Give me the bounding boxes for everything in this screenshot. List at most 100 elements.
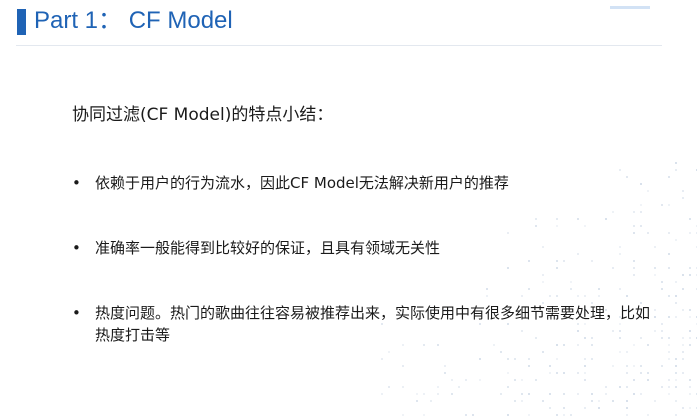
decor-dot xyxy=(626,414,628,416)
decor-dot xyxy=(654,274,656,276)
decor-dot xyxy=(633,225,635,227)
bullet-text: 准确率一般能得到比较好的保证，且具有领域无关性 xyxy=(95,239,441,257)
slide: Part 1： CF Model 协同过滤(CF Model)的特点小结： • … xyxy=(0,0,697,418)
title-divider xyxy=(16,45,662,46)
decor-dot xyxy=(682,288,684,290)
decor-dot xyxy=(626,386,628,388)
decor-dot xyxy=(563,260,565,262)
decor-dot xyxy=(626,400,628,402)
decor-dot xyxy=(514,400,516,402)
decor-dot xyxy=(689,316,691,318)
decor-dot xyxy=(388,386,390,388)
decor-dot xyxy=(633,260,635,262)
decor-dot xyxy=(451,393,453,395)
background-dot-pattern xyxy=(381,162,697,416)
decor-dot xyxy=(682,351,684,353)
decor-dot xyxy=(675,162,677,164)
decor-dot xyxy=(542,274,544,276)
decor-dot xyxy=(605,393,607,395)
decor-dot xyxy=(563,372,565,374)
decor-dot xyxy=(528,365,530,367)
decor-dot xyxy=(668,337,670,339)
decor-dot xyxy=(465,414,467,416)
decor-dot xyxy=(528,393,530,395)
decor-dot xyxy=(570,414,572,416)
decor-dot xyxy=(556,267,558,269)
decor-dot xyxy=(647,372,649,374)
decor-dot xyxy=(654,400,656,402)
decor-dot xyxy=(465,379,467,381)
decor-dot xyxy=(661,288,663,290)
decor-dot xyxy=(626,372,628,374)
decor-dot xyxy=(563,393,565,395)
decor-dot xyxy=(675,316,677,318)
decor-dot xyxy=(402,414,404,416)
decor-dot xyxy=(675,400,677,402)
decor-dot xyxy=(633,274,635,276)
decor-dot xyxy=(647,379,649,381)
decor-dot xyxy=(514,379,516,381)
bullet-dot: • xyxy=(72,239,81,257)
decor-dot xyxy=(661,365,663,367)
decor-dot xyxy=(675,365,677,367)
decor-dot xyxy=(654,246,656,248)
decor-dot xyxy=(542,351,544,353)
decor-dot xyxy=(668,351,670,353)
decor-dot xyxy=(682,197,684,199)
bullet-item: • 准确率一般能得到比较好的保证，且具有领域无关性 xyxy=(72,237,652,259)
decor-dot xyxy=(570,288,572,290)
decor-dot xyxy=(668,358,670,360)
decor-dot xyxy=(416,393,418,395)
decor-dot xyxy=(689,309,691,311)
decor-dot xyxy=(507,232,509,234)
decor-dot xyxy=(535,379,537,381)
decor-dot xyxy=(675,386,677,388)
decor-dot xyxy=(521,400,523,402)
decor-dot xyxy=(640,204,642,206)
bullet-text: 依赖于用户的行为流水，因此CF Model无法解决新用户的推荐 xyxy=(95,174,509,192)
decor-dot xyxy=(549,372,551,374)
decor-dot xyxy=(682,372,684,374)
decor-dot xyxy=(668,232,670,234)
decor-dot xyxy=(381,393,383,395)
decor-dot xyxy=(661,337,663,339)
decor-dot xyxy=(528,288,530,290)
decor-dot xyxy=(563,407,565,409)
decor-dot xyxy=(402,365,404,367)
decor-dot xyxy=(528,414,530,416)
decor-dot xyxy=(521,393,523,395)
decor-dot xyxy=(682,190,684,192)
decor-dot xyxy=(668,393,670,395)
decor-dot xyxy=(591,393,593,395)
decor-dot xyxy=(668,253,670,255)
bullet-item: • 依赖于用户的行为流水，因此CF Model无法解决新用户的推荐 xyxy=(72,172,652,194)
decor-dot xyxy=(668,267,670,269)
decor-dot xyxy=(577,218,579,220)
decor-dot xyxy=(682,274,684,276)
decor-dot xyxy=(689,386,691,388)
decor-dot xyxy=(598,400,600,402)
decor-dot xyxy=(689,379,691,381)
decor-dot xyxy=(619,351,621,353)
decor-dot xyxy=(584,358,586,360)
decor-dot xyxy=(682,344,684,346)
decor-dot xyxy=(689,344,691,346)
decor-dot xyxy=(661,330,663,332)
decor-dot xyxy=(381,358,383,360)
decor-dot xyxy=(528,260,530,262)
decor-dot xyxy=(591,400,593,402)
decor-dot xyxy=(689,267,691,269)
decor-dot xyxy=(682,407,684,409)
decor-dot xyxy=(444,372,446,374)
decor-dot xyxy=(612,400,614,402)
decor-dot xyxy=(416,400,418,402)
decor-dot xyxy=(514,358,516,360)
decor-dot xyxy=(661,281,663,283)
decor-dot xyxy=(668,204,670,206)
title-accent-bar xyxy=(17,9,26,35)
decor-dot xyxy=(549,393,551,395)
decor-dot xyxy=(647,232,649,234)
decor-dot xyxy=(549,407,551,409)
decor-dot xyxy=(689,337,691,339)
decor-dot xyxy=(479,379,481,381)
